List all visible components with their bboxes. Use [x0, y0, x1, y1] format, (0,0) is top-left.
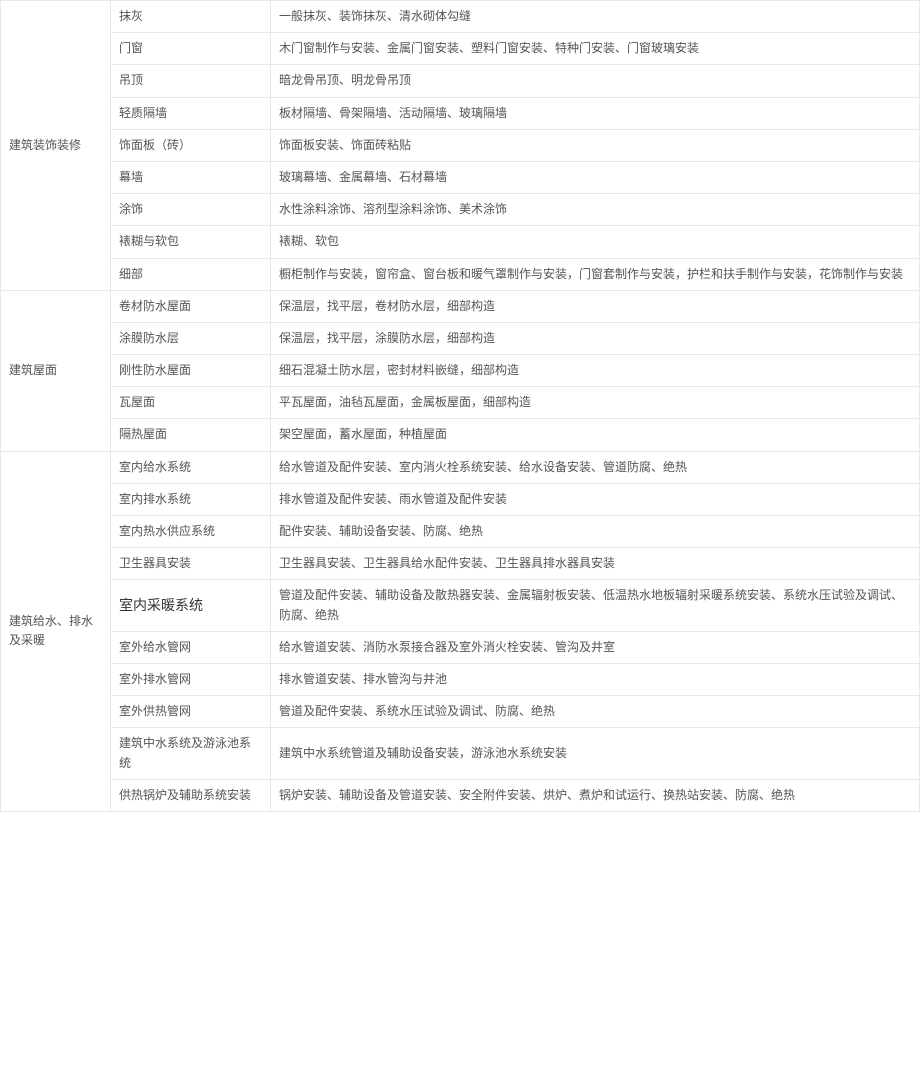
- subcategory-cell: 裱糊与软包: [111, 226, 271, 258]
- table-row: 室外给水管网给水管道安装、消防水泵接合器及室外消火栓安装、管沟及井室: [1, 631, 920, 663]
- construction-classification-table: 建筑装饰装修抹灰一般抹灰、装饰抹灰、清水砌体勾缝门窗木门窗制作与安装、金属门窗安…: [0, 0, 920, 812]
- subcategory-cell: 室外排水管网: [111, 663, 271, 695]
- table-row: 涂膜防水层保温层，找平层，涂膜防水层，细部构造: [1, 322, 920, 354]
- detail-cell: 卫生器具安装、卫生器具给水配件安装、卫生器具排水器具安装: [271, 548, 920, 580]
- table-row: 室内采暖系统管道及配件安装、辅助设备及散热器安装、金属辐射板安装、低温热水地板辐…: [1, 580, 920, 631]
- detail-cell: 给水管道安装、消防水泵接合器及室外消火栓安装、管沟及井室: [271, 631, 920, 663]
- category-cell: 建筑给水、排水及采暖: [1, 451, 111, 811]
- table-row: 细部橱柜制作与安装，窗帘盒、窗台板和暖气罩制作与安装，门窗套制作与安装，护栏和扶…: [1, 258, 920, 290]
- detail-cell: 配件安装、辅助设备安装、防腐、绝热: [271, 516, 920, 548]
- detail-cell: 保温层，找平层，涂膜防水层，细部构造: [271, 322, 920, 354]
- category-cell: 建筑装饰装修: [1, 1, 111, 291]
- subcategory-cell: 幕墙: [111, 161, 271, 193]
- table-row: 室外供热管网管道及配件安装、系统水压试验及调试、防腐、绝热: [1, 696, 920, 728]
- table-row: 室内排水系统排水管道及配件安装、雨水管道及配件安装: [1, 483, 920, 515]
- table-row: 卫生器具安装卫生器具安装、卫生器具给水配件安装、卫生器具排水器具安装: [1, 548, 920, 580]
- detail-cell: 管道及配件安装、辅助设备及散热器安装、金属辐射板安装、低温热水地板辐射采暖系统安…: [271, 580, 920, 631]
- subcategory-cell: 室内给水系统: [111, 451, 271, 483]
- table-row: 室内热水供应系统配件安装、辅助设备安装、防腐、绝热: [1, 516, 920, 548]
- subcategory-cell: 门窗: [111, 33, 271, 65]
- subcategory-cell: 卫生器具安装: [111, 548, 271, 580]
- detail-cell: 玻璃幕墙、金属幕墙、石材幕墙: [271, 161, 920, 193]
- table-row: 建筑给水、排水及采暖室内给水系统给水管道及配件安装、室内消火栓系统安装、给水设备…: [1, 451, 920, 483]
- detail-cell: 给水管道及配件安装、室内消火栓系统安装、给水设备安装、管道防腐、绝热: [271, 451, 920, 483]
- detail-cell: 细石混凝土防水层，密封材料嵌缝，细部构造: [271, 355, 920, 387]
- subcategory-cell: 室外给水管网: [111, 631, 271, 663]
- subcategory-cell: 抹灰: [111, 1, 271, 33]
- detail-cell: 饰面板安装、饰面砖粘贴: [271, 129, 920, 161]
- detail-cell: 架空屋面，蓄水屋面，种植屋面: [271, 419, 920, 451]
- subcategory-cell: 建筑中水系统及游泳池系统: [111, 728, 271, 779]
- detail-cell: 保温层，找平层，卷材防水层，细部构造: [271, 290, 920, 322]
- table-row: 轻质隔墙板材隔墙、骨架隔墙、活动隔墙、玻璃隔墙: [1, 97, 920, 129]
- subcategory-cell: 吊顶: [111, 65, 271, 97]
- subcategory-cell: 卷材防水屋面: [111, 290, 271, 322]
- subcategory-cell: 刚性防水屋面: [111, 355, 271, 387]
- table-row: 吊顶暗龙骨吊顶、明龙骨吊顶: [1, 65, 920, 97]
- table-row: 裱糊与软包裱糊、软包: [1, 226, 920, 258]
- table-row: 隔热屋面架空屋面，蓄水屋面，种植屋面: [1, 419, 920, 451]
- detail-cell: 排水管道安装、排水管沟与井池: [271, 663, 920, 695]
- table-row: 刚性防水屋面细石混凝土防水层，密封材料嵌缝，细部构造: [1, 355, 920, 387]
- category-cell: 建筑屋面: [1, 290, 111, 451]
- subcategory-cell: 细部: [111, 258, 271, 290]
- detail-cell: 木门窗制作与安装、金属门窗安装、塑料门窗安装、特种门安装、门窗玻璃安装: [271, 33, 920, 65]
- detail-cell: 建筑中水系统管道及辅助设备安装，游泳池水系统安装: [271, 728, 920, 779]
- subcategory-cell: 室内采暖系统: [111, 580, 271, 631]
- subcategory-cell: 隔热屋面: [111, 419, 271, 451]
- subcategory-cell: 瓦屋面: [111, 387, 271, 419]
- table-row: 室外排水管网排水管道安装、排水管沟与井池: [1, 663, 920, 695]
- subcategory-cell: 涂膜防水层: [111, 322, 271, 354]
- detail-cell: 管道及配件安装、系统水压试验及调试、防腐、绝热: [271, 696, 920, 728]
- detail-cell: 平瓦屋面，油毡瓦屋面，金属板屋面，细部构造: [271, 387, 920, 419]
- table-row: 建筑装饰装修抹灰一般抹灰、装饰抹灰、清水砌体勾缝: [1, 1, 920, 33]
- table-row: 幕墙玻璃幕墙、金属幕墙、石材幕墙: [1, 161, 920, 193]
- detail-cell: 锅炉安装、辅助设备及管道安装、安全附件安装、烘炉、煮炉和试运行、换热站安装、防腐…: [271, 779, 920, 811]
- subcategory-cell: 室外供热管网: [111, 696, 271, 728]
- detail-cell: 暗龙骨吊顶、明龙骨吊顶: [271, 65, 920, 97]
- table-row: 涂饰水性涂料涂饰、溶剂型涂料涂饰、美术涂饰: [1, 194, 920, 226]
- subcategory-cell: 室内热水供应系统: [111, 516, 271, 548]
- table-row: 供热锅炉及辅助系统安装锅炉安装、辅助设备及管道安装、安全附件安装、烘炉、煮炉和试…: [1, 779, 920, 811]
- table-row: 建筑中水系统及游泳池系统建筑中水系统管道及辅助设备安装，游泳池水系统安装: [1, 728, 920, 779]
- subcategory-cell: 饰面板（砖）: [111, 129, 271, 161]
- subcategory-cell: 室内排水系统: [111, 483, 271, 515]
- subcategory-cell: 涂饰: [111, 194, 271, 226]
- detail-cell: 板材隔墙、骨架隔墙、活动隔墙、玻璃隔墙: [271, 97, 920, 129]
- table-row: 建筑屋面卷材防水屋面保温层，找平层，卷材防水层，细部构造: [1, 290, 920, 322]
- table-row: 饰面板（砖）饰面板安装、饰面砖粘贴: [1, 129, 920, 161]
- detail-cell: 水性涂料涂饰、溶剂型涂料涂饰、美术涂饰: [271, 194, 920, 226]
- subcategory-cell: 供热锅炉及辅助系统安装: [111, 779, 271, 811]
- table-row: 门窗木门窗制作与安装、金属门窗安装、塑料门窗安装、特种门安装、门窗玻璃安装: [1, 33, 920, 65]
- table-row: 瓦屋面平瓦屋面，油毡瓦屋面，金属板屋面，细部构造: [1, 387, 920, 419]
- detail-cell: 一般抹灰、装饰抹灰、清水砌体勾缝: [271, 1, 920, 33]
- detail-cell: 橱柜制作与安装，窗帘盒、窗台板和暖气罩制作与安装，门窗套制作与安装，护栏和扶手制…: [271, 258, 920, 290]
- detail-cell: 排水管道及配件安装、雨水管道及配件安装: [271, 483, 920, 515]
- detail-cell: 裱糊、软包: [271, 226, 920, 258]
- subcategory-cell: 轻质隔墙: [111, 97, 271, 129]
